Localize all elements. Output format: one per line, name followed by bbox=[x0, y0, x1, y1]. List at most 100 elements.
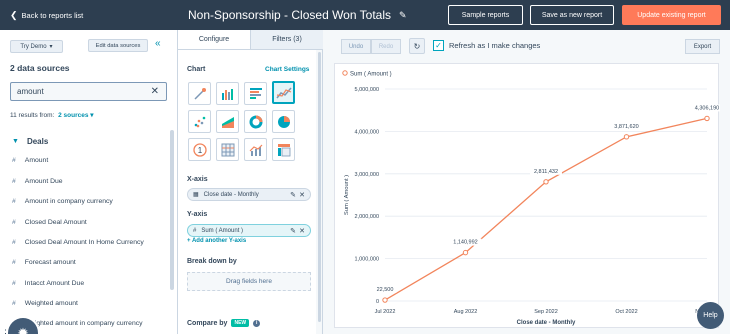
tab-configure[interactable]: Configure bbox=[178, 30, 251, 49]
update-existing-report-button[interactable]: Update existing report bbox=[622, 5, 721, 25]
compare-by-row: Compare by NEW i bbox=[187, 319, 261, 327]
pivot-table-icon bbox=[277, 143, 290, 156]
data-point bbox=[462, 249, 469, 256]
number-field-icon: # bbox=[12, 280, 16, 287]
series-line bbox=[384, 117, 708, 301]
line-chart: Sum ( Amount ) 0 1,000,000 2,000,000 3,000,0… bbox=[342, 70, 723, 326]
config-tabs: Configure Filters (3) bbox=[178, 30, 323, 50]
try-demo-dropdown[interactable]: Try Demo ▾ bbox=[10, 40, 63, 53]
sample-reports-button[interactable]: Sample reports bbox=[448, 5, 523, 25]
x-axis-label: Close date - Monthly bbox=[517, 320, 576, 326]
y-tick-label: 0 bbox=[376, 299, 379, 305]
chart-type-pivot[interactable] bbox=[272, 138, 295, 161]
collapse-sidebar-icon[interactable]: « bbox=[155, 38, 161, 49]
field-item[interactable]: # Closed Deal Amount bbox=[12, 219, 87, 226]
chart-type-number[interactable]: 1 bbox=[188, 138, 211, 161]
field-search-input[interactable]: amount ✕ bbox=[10, 82, 167, 101]
field-label: Weighted amount in company currency bbox=[24, 320, 143, 327]
number-field-icon: # bbox=[12, 300, 16, 307]
add-yaxis-link[interactable]: + Add another Y-axis bbox=[187, 238, 246, 244]
config-scrollbar[interactable] bbox=[318, 52, 321, 322]
back-to-reports-link[interactable]: ❮ Back to reports list bbox=[10, 10, 170, 21]
new-badge: NEW bbox=[231, 319, 250, 327]
x-tick-label: Sep 2022 bbox=[534, 309, 558, 315]
chart-card: Sum ( Amount ) 0 1,000,000 2,000,000 3,000,0… bbox=[334, 63, 723, 328]
results-sources-dropdown[interactable]: 2 sources ▾ bbox=[58, 112, 93, 119]
data-point bbox=[623, 134, 630, 140]
tab-filters[interactable]: Filters (3) bbox=[251, 30, 323, 49]
try-demo-label: Try Demo bbox=[20, 43, 47, 50]
xaxis-field-pill[interactable]: ▦ Close date - Monthly ✎ ✕ bbox=[187, 188, 311, 201]
breakdown-label: Break down by bbox=[187, 258, 237, 265]
yaxis-field-pill[interactable]: # Sum ( Amount ) ✎ ✕ bbox=[187, 224, 311, 237]
remove-icon[interactable]: ✕ bbox=[299, 191, 305, 199]
chart-settings-link[interactable]: Chart Settings bbox=[265, 66, 309, 73]
legend-label: Sum ( Amount ) bbox=[350, 72, 392, 78]
save-as-new-report-button[interactable]: Save as new report bbox=[530, 5, 614, 25]
edit-pencil-icon[interactable]: ✎ bbox=[290, 227, 296, 235]
field-item[interactable]: # Amount Due bbox=[12, 178, 63, 185]
chart-type-donut[interactable] bbox=[244, 110, 267, 133]
chart-type-scatter[interactable] bbox=[188, 110, 211, 133]
sidebar-scrollbar[interactable] bbox=[170, 130, 174, 290]
results-sources-label: 2 sources bbox=[58, 112, 89, 119]
breakdown-drop-zone[interactable]: Drag fields here bbox=[187, 272, 311, 291]
refresh-checkbox[interactable]: ✓ bbox=[433, 40, 444, 51]
calendar-icon: ▦ bbox=[193, 192, 199, 198]
pencil-icon[interactable]: ✎ bbox=[399, 10, 407, 21]
number-field-icon: # bbox=[12, 178, 16, 185]
field-label: Closed Deal Amount bbox=[24, 219, 87, 226]
field-item[interactable]: # Weighted amount bbox=[12, 300, 78, 307]
chart-type-pie[interactable] bbox=[272, 110, 295, 133]
data-sources-sidebar: Try Demo ▾ Edit data sources « 2 data so… bbox=[0, 30, 178, 334]
number-field-icon: # bbox=[12, 219, 16, 226]
area-chart-icon bbox=[221, 116, 234, 128]
results-prefix: 11 results from: bbox=[10, 112, 55, 119]
help-button[interactable]: Help bbox=[697, 302, 724, 329]
field-item[interactable]: # Forecast amount bbox=[12, 259, 76, 266]
field-label: Closed Deal Amount In Home Currency bbox=[24, 239, 144, 246]
chart-type-horizontal-bar[interactable] bbox=[244, 82, 267, 105]
chart-type-area[interactable] bbox=[188, 82, 211, 105]
chevron-down-icon: ▼ bbox=[12, 138, 19, 145]
export-button[interactable]: Export bbox=[685, 39, 720, 54]
chart-type-table[interactable] bbox=[216, 138, 239, 161]
data-label: 22,500 bbox=[377, 287, 394, 293]
legend-marker bbox=[342, 70, 348, 76]
data-label: 2,811,432 bbox=[534, 169, 558, 175]
deals-group-header[interactable]: ▼ Deals bbox=[12, 137, 48, 146]
x-tick-label: Jul 2022 bbox=[375, 309, 396, 315]
info-icon[interactable]: i bbox=[253, 319, 261, 327]
chart-section-label: Chart bbox=[187, 66, 206, 73]
configure-content: Chart Chart Settings 1 X-axis ▦ Close da… bbox=[178, 50, 316, 334]
report-title[interactable]: Non-Sponsorship - Closed Won Totals bbox=[188, 8, 391, 22]
field-item[interactable]: # Amount in company currency bbox=[12, 198, 113, 205]
chart-type-combination[interactable] bbox=[244, 138, 267, 161]
line-chart-icon bbox=[275, 87, 292, 98]
refresh-icon[interactable]: ↻ bbox=[409, 38, 425, 54]
chart-type-vertical-bar[interactable] bbox=[216, 82, 239, 105]
redo-button[interactable]: Redo bbox=[371, 39, 401, 54]
x-tick-label: Aug 2022 bbox=[454, 309, 478, 315]
config-panel: Configure Filters (3) Chart Chart Settin… bbox=[178, 30, 323, 334]
search-value: amount bbox=[17, 87, 44, 96]
field-label: Forecast amount bbox=[24, 259, 76, 266]
number-field-icon: # bbox=[12, 157, 16, 164]
number-field-icon: # bbox=[12, 198, 16, 205]
remove-icon[interactable]: ✕ bbox=[299, 227, 305, 235]
field-item[interactable]: # Amount bbox=[12, 157, 48, 164]
field-item[interactable]: # Closed Deal Amount In Home Currency bbox=[12, 239, 144, 246]
data-label: 4,306,190 bbox=[695, 105, 719, 111]
edit-pencil-icon[interactable]: ✎ bbox=[290, 191, 296, 199]
data-sources-title: 2 data sources bbox=[10, 63, 70, 73]
refresh-checkbox-label: Refresh as I make changes bbox=[449, 41, 541, 50]
data-label: 3,871,620 bbox=[614, 124, 638, 130]
clear-search-icon[interactable]: ✕ bbox=[151, 86, 159, 97]
chart-type-stacked-area[interactable] bbox=[216, 110, 239, 133]
chart-type-line[interactable] bbox=[272, 81, 295, 104]
results-summary: 11 results from: 2 sources ▾ bbox=[10, 111, 94, 119]
field-item[interactable]: # Intacct Amount Due bbox=[12, 280, 84, 287]
undo-button[interactable]: Undo bbox=[341, 39, 371, 54]
edit-data-sources-button[interactable]: Edit data sources bbox=[88, 39, 148, 52]
field-label: Amount Due bbox=[24, 178, 63, 185]
